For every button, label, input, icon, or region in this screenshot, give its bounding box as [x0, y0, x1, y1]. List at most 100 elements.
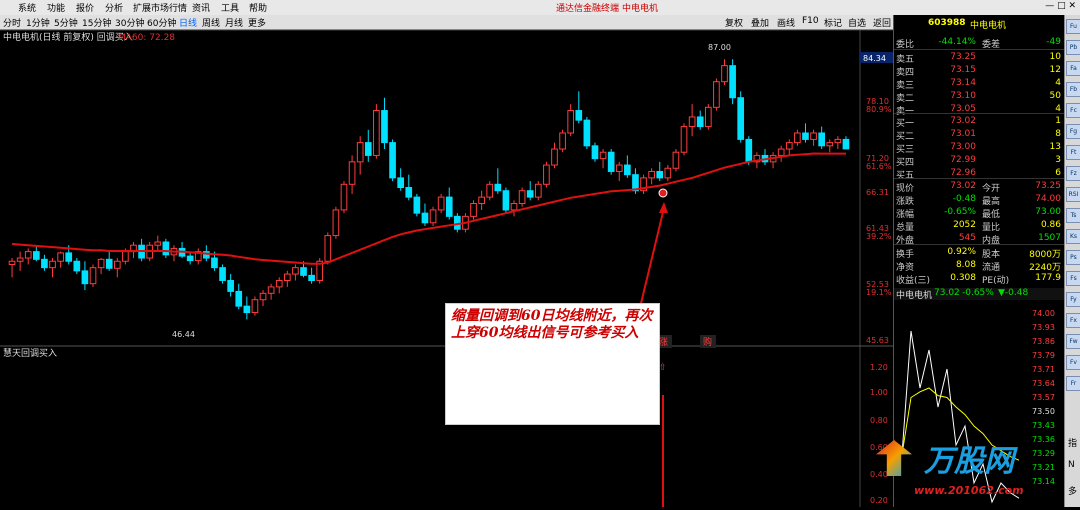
toolbar-icon-button[interactable]: Ts [1066, 208, 1080, 223]
candle-body [534, 183, 542, 198]
kline-chart[interactable]: 中电电机(日线 前复权) 回调买入 MA60: 72.28 慧天回调买入 84.… [0, 29, 893, 507]
tab-monthly[interactable]: 月线 [225, 16, 243, 29]
menu-item-news[interactable]: 资讯 [192, 1, 210, 14]
candle-body [624, 164, 631, 176]
toolbar-icon-button[interactable]: Fw [1066, 334, 1080, 349]
tab-60min[interactable]: 60分钟 [147, 16, 176, 29]
bid-level-row[interactable]: 买三 73.00 13 [894, 142, 1064, 155]
toolbar-text-button[interactable]: 多 [1068, 484, 1077, 497]
menu-item-system[interactable]: 系统 [18, 1, 36, 14]
toolbar-icon-button[interactable]: Fa [1066, 61, 1080, 76]
sub-chart-title: 慧天回调买入 [3, 347, 57, 359]
toolbar-text-button[interactable]: N [1068, 460, 1075, 470]
toolbar-icon-button[interactable]: RSI [1066, 187, 1080, 202]
bid-level-row[interactable]: 买二 73.01 8 [894, 129, 1064, 142]
drawline-button[interactable]: 画线 [777, 16, 795, 29]
adjust-button[interactable]: 复权 [725, 16, 743, 29]
close-icon[interactable]: ✕ [1068, 1, 1076, 11]
candle-body [713, 81, 720, 108]
candle-body [275, 279, 283, 288]
toolbar-icon-button[interactable]: Ks [1066, 229, 1080, 244]
low-price-annotation: 46.44 [172, 330, 195, 339]
candle-body [551, 148, 558, 166]
tab-1min[interactable]: 1分钟 [26, 16, 50, 29]
candle-body [283, 273, 291, 281]
menu-item-function[interactable]: 功能 [47, 1, 65, 14]
toolbar-icon-button[interactable]: Fb [1066, 82, 1080, 97]
toolbar-icon-button[interactable]: Ft [1066, 145, 1080, 160]
callout-arrowhead [659, 202, 668, 213]
bid-level-row[interactable]: 买四 72.99 3 [894, 155, 1064, 168]
toolbar-icon-button[interactable]: Fy [1066, 292, 1080, 307]
panel-divider [894, 244, 1064, 245]
period-tab-bar: 分时 1分钟 5分钟 15分钟 30分钟 60分钟 日线 周线 月线 更多 复权… [0, 15, 893, 30]
tab-30min[interactable]: 30分钟 [115, 16, 144, 29]
stat-row: 涨跌 -0.48 最高 74.00 [896, 194, 1061, 207]
ma60-indicator-value: MA60: 72.28 [118, 33, 175, 43]
ask-level-row[interactable]: 卖五 73.25 10 [894, 52, 1064, 65]
menu-item-help[interactable]: 帮助 [249, 1, 267, 14]
candle-body [97, 258, 105, 269]
f10-button[interactable]: F10 [802, 16, 819, 26]
tab-weekly[interactable]: 周线 [202, 16, 220, 29]
toolbar-icon-button[interactable]: Fz [1066, 166, 1080, 181]
mini-axis-label: 73.86 [1032, 337, 1055, 346]
menu-item-quote[interactable]: 报价 [76, 1, 94, 14]
toolbar-icon-button[interactable]: Fr [1066, 376, 1080, 391]
stat-extra-row: 净资 8.08 流通 2240万 [896, 260, 1061, 273]
menu-item-analysis[interactable]: 分析 [105, 1, 123, 14]
tab-5min[interactable]: 5分钟 [54, 16, 78, 29]
candle-body [397, 177, 404, 188]
candle-body [227, 279, 234, 292]
candle-body [405, 187, 413, 198]
watchlist-button[interactable]: 自选 [848, 16, 866, 29]
candle-body [235, 290, 243, 307]
candle-body [81, 270, 89, 285]
menu-item-extended-market[interactable]: 扩展市场行情 [133, 1, 187, 14]
tab-intraday[interactable]: 分时 [3, 16, 21, 29]
minimize-icon[interactable]: — [1045, 1, 1054, 11]
kline-chart-area[interactable]: 中电电机(日线 前复权) 回调买入 MA60: 72.28 慧天回调买入 84.… [0, 29, 893, 507]
toolbar-icon-button[interactable]: Fc [1066, 103, 1080, 118]
toolbar-icon-button[interactable]: Fx [1066, 313, 1080, 328]
quote-panel: 603988 中电电机 委比 -44.14% 委差 -49 卖五 73.25 10 卖… [893, 15, 1064, 507]
toolbar-icon-button[interactable]: Pb [1066, 40, 1080, 55]
bid-level-row[interactable]: 买一 73.02 1 [894, 116, 1064, 129]
window-controls[interactable]: — □ ✕ [1045, 1, 1076, 11]
candle-body [429, 209, 437, 224]
candle-body [842, 138, 850, 150]
toolbar-icon-button[interactable]: Fg [1066, 124, 1080, 139]
candle-body [437, 196, 445, 211]
candle-body [89, 267, 97, 285]
toolbar-icon-button[interactable]: Fv [1066, 355, 1080, 370]
candle-body [704, 106, 712, 128]
fib-label: 19.1% [866, 288, 892, 297]
watermark-logo: 万股网 www.201062.com [876, 436, 1056, 507]
ask-level-row[interactable]: 卖二 73.10 50 [894, 91, 1064, 104]
tab-more[interactable]: 更多 [248, 16, 266, 29]
candle-body [615, 164, 623, 172]
candle-body [211, 257, 218, 269]
overlay-button[interactable]: 叠加 [751, 16, 769, 29]
menu-item-tools[interactable]: 工具 [221, 1, 239, 14]
tab-daily[interactable]: 日线 [179, 16, 197, 29]
ask-level-row[interactable]: 卖三 73.14 4 [894, 78, 1064, 91]
tab-15min[interactable]: 15分钟 [82, 16, 111, 29]
toolbar-icon-button[interactable]: Fu [1066, 19, 1080, 34]
candle-body [65, 252, 73, 262]
candle-body [16, 257, 24, 262]
candle-body [794, 132, 801, 144]
back-button[interactable]: 返回 [873, 16, 891, 29]
mark-button[interactable]: 标记 [824, 16, 842, 29]
candle-body [802, 132, 809, 140]
ask-level-row[interactable]: 卖一 73.05 4 [894, 104, 1064, 117]
toolbar-icon-button[interactable]: Ps [1066, 250, 1080, 265]
ask-level-row[interactable]: 卖四 73.15 12 [894, 65, 1064, 78]
toolbar-text-button[interactable]: 指 [1068, 436, 1077, 449]
toolbar-icon-button[interactable]: Fs [1066, 271, 1080, 286]
panel-divider [894, 49, 1064, 50]
watermark-url: www.201062.com [914, 484, 1024, 497]
maximize-icon[interactable]: □ [1057, 1, 1066, 11]
candle-body [486, 183, 494, 198]
app-brand-title: 通达信金融终端 [556, 4, 620, 14]
